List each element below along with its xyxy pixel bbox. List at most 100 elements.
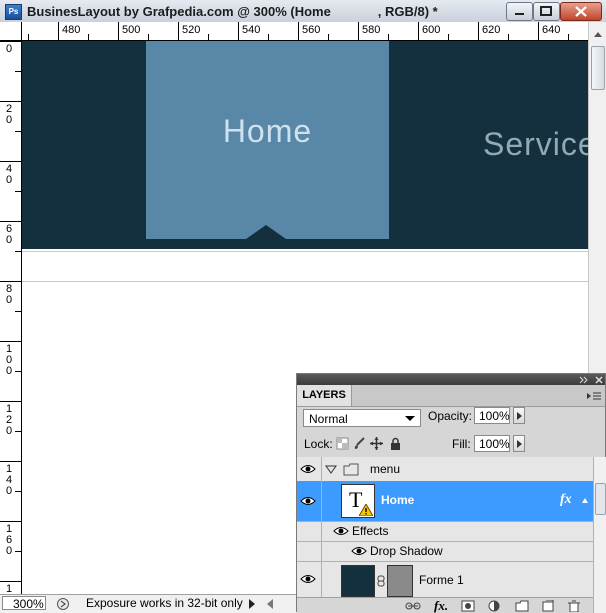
minimize-button[interactable] (506, 2, 533, 21)
layer-row-forme-1[interactable]: Forme 1 (297, 561, 593, 597)
layers-panel: LAYERS Normal Opacity: 100% Lock: Fill: … (296, 373, 606, 613)
guide-line[interactable] (22, 251, 588, 252)
chevron-down-icon (405, 416, 415, 421)
link-icon[interactable] (377, 575, 385, 587)
visibility-toggle[interactable] (297, 457, 322, 481)
collapse-panel-icon[interactable] (578, 375, 590, 385)
minimize-icon (515, 13, 524, 15)
opacity-slider-button[interactable] (513, 407, 525, 424)
layer-row-home[interactable]: T Home fx (297, 481, 593, 522)
ruler-tick (15, 251, 21, 252)
layers-scroll-thumb[interactable] (595, 483, 606, 515)
maximize-button[interactable] (533, 2, 560, 21)
photoshop-app-icon: Ps (5, 4, 22, 20)
eye-icon (300, 575, 316, 583)
lock-transparent-icon[interactable] (336, 437, 349, 450)
ruler-tick (0, 101, 21, 102)
new-layer-icon[interactable] (541, 600, 555, 612)
blend-mode-select[interactable]: Normal (303, 409, 421, 427)
guide-line[interactable] (22, 281, 588, 282)
ruler-label: 40 (6, 163, 13, 186)
ruler-tick (0, 281, 21, 282)
vertical-scroll-thumb[interactable] (591, 46, 605, 90)
layer-name: Forme 1 (419, 573, 464, 587)
eye-icon (300, 497, 316, 505)
ruler-label: 580 (362, 24, 381, 36)
ruler-label: 120 (6, 403, 13, 437)
layers-list[interactable]: menu T Home fx Effects Drop Shadow Forme… (297, 457, 593, 613)
horizontal-ruler[interactable]: 480 500 520 540 560 580 600 620 640 (22, 22, 588, 41)
expand-triangle-icon[interactable] (325, 465, 337, 475)
ruler-tick (118, 22, 119, 40)
ruler-label: 0 (6, 43, 13, 55)
eye-column (297, 541, 322, 561)
ruler-label: 640 (542, 24, 561, 36)
design-home-tab[interactable]: Home (146, 41, 389, 239)
ruler-tick (418, 22, 419, 40)
panel-tab-bar: LAYERS (297, 385, 605, 407)
ruler-tick (15, 131, 21, 132)
eye-icon[interactable] (351, 545, 367, 557)
add-mask-icon[interactable] (461, 600, 475, 612)
fx-icon[interactable]: fx (560, 492, 572, 508)
ruler-tick (0, 401, 21, 402)
lock-brush-icon[interactable] (353, 437, 366, 450)
ruler-tick (148, 34, 149, 40)
fill-slider-button[interactable] (513, 435, 525, 452)
ruler-tick (298, 22, 299, 40)
add-layer-style-icon[interactable]: fx. (434, 598, 448, 613)
fill-label: Fill: (452, 437, 471, 451)
vertical-ruler[interactable]: 0 20 40 60 80 100 120 140 160 180 (0, 41, 22, 596)
ruler-tick (15, 191, 21, 192)
status-menu-icon[interactable] (56, 597, 70, 611)
layers-scrollbar[interactable] (593, 457, 606, 613)
layer-row-effects[interactable]: Effects (297, 521, 593, 542)
design-navbar[interactable]: Home Service (22, 41, 588, 249)
visibility-toggle[interactable] (297, 481, 322, 521)
layer-row-group-menu[interactable]: menu (297, 457, 593, 482)
ruler-tick (0, 341, 21, 342)
visibility-toggle[interactable] (297, 561, 322, 597)
ruler-label: 100 (6, 343, 13, 377)
eye-icon (300, 465, 316, 473)
new-group-icon[interactable] (515, 600, 529, 612)
opacity-field[interactable]: 100% (474, 407, 510, 424)
scroll-up-icon[interactable] (589, 26, 606, 44)
close-panel-icon[interactable] (594, 375, 604, 385)
close-icon (575, 6, 587, 17)
ruler-tick (208, 34, 209, 40)
ruler-tick (15, 71, 21, 72)
panel-menu-icon[interactable] (586, 391, 602, 401)
ruler-tick (0, 461, 21, 462)
adjustment-layer-icon[interactable] (487, 600, 501, 612)
ruler-tick (15, 551, 21, 552)
hscroll-left-icon[interactable] (264, 597, 276, 611)
ruler-label: 620 (482, 24, 501, 36)
status-arrow-icon[interactable] (246, 597, 258, 611)
maximize-icon (540, 6, 552, 16)
eye-icon[interactable] (333, 525, 349, 537)
ruler-label: 160 (6, 523, 13, 557)
lock-move-icon[interactable] (370, 437, 383, 450)
lock-all-icon[interactable] (389, 437, 402, 450)
ruler-corner[interactable] (0, 22, 22, 41)
zoom-level-field[interactable]: 300% (2, 596, 46, 611)
ruler-label: 500 (122, 24, 141, 36)
design-home-label[interactable]: Home (146, 113, 389, 150)
ruler-label: 600 (422, 24, 441, 36)
vector-mask-thumbnail (387, 565, 413, 597)
text-layer-thumbnail: T (341, 484, 375, 518)
close-button[interactable] (560, 2, 602, 21)
link-layers-icon[interactable] (405, 600, 421, 612)
ruler-tick (238, 22, 239, 40)
trash-icon[interactable] (567, 600, 581, 612)
lock-label: Lock: (304, 437, 333, 451)
ruler-label: 140 (6, 463, 13, 497)
design-services-label[interactable]: Service (483, 126, 588, 163)
tab-layers[interactable]: LAYERS (297, 385, 352, 406)
blend-mode-value: Normal (309, 412, 348, 426)
ruler-tick (328, 34, 329, 40)
layer-row-drop-shadow[interactable]: Drop Shadow (297, 541, 593, 562)
effects-expand-icon[interactable] (581, 497, 589, 505)
fill-field[interactable]: 100% (474, 435, 510, 452)
